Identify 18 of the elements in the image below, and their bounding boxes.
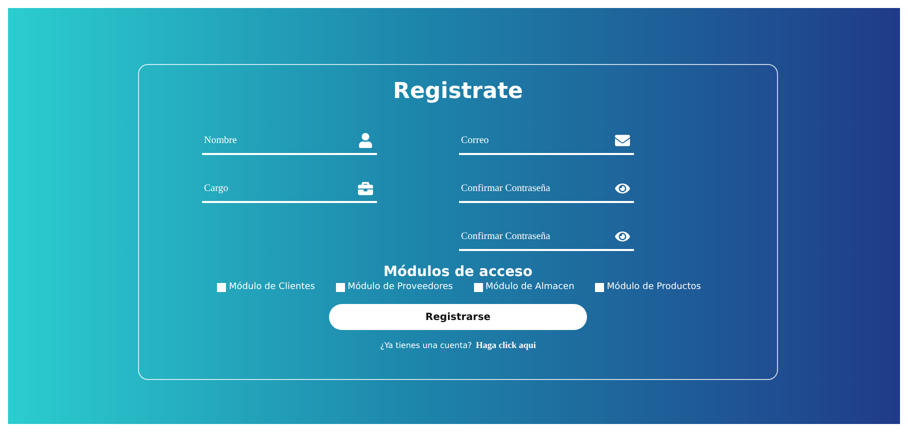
- checkbox-label: Módulo de Proveedores: [348, 282, 453, 292]
- eye-icon[interactable]: [615, 229, 630, 244]
- register-button[interactable]: Registrarse: [329, 304, 587, 330]
- checkbox[interactable]: [336, 282, 345, 292]
- checkbox-label: Módulo de Clientes: [229, 282, 315, 292]
- envelope-icon: [615, 133, 630, 148]
- account-question: ¿Ya tienes una cuenta?: [380, 340, 472, 350]
- user-icon: [358, 133, 373, 148]
- section-title: Módulos de acceso: [383, 264, 533, 280]
- checkbox[interactable]: [217, 282, 226, 292]
- checkbox-label: Módulo de Almacen: [486, 282, 574, 292]
- checkbox[interactable]: [474, 282, 482, 292]
- form-title: Registrate: [393, 79, 523, 104]
- login-link[interactable]: Haga click aqui: [476, 340, 536, 350]
- eye-icon[interactable]: [615, 181, 630, 196]
- checkbox-label: Módulo de Productos: [606, 282, 701, 292]
- briefcase-icon: [358, 181, 373, 196]
- checkbox[interactable]: [594, 282, 604, 292]
